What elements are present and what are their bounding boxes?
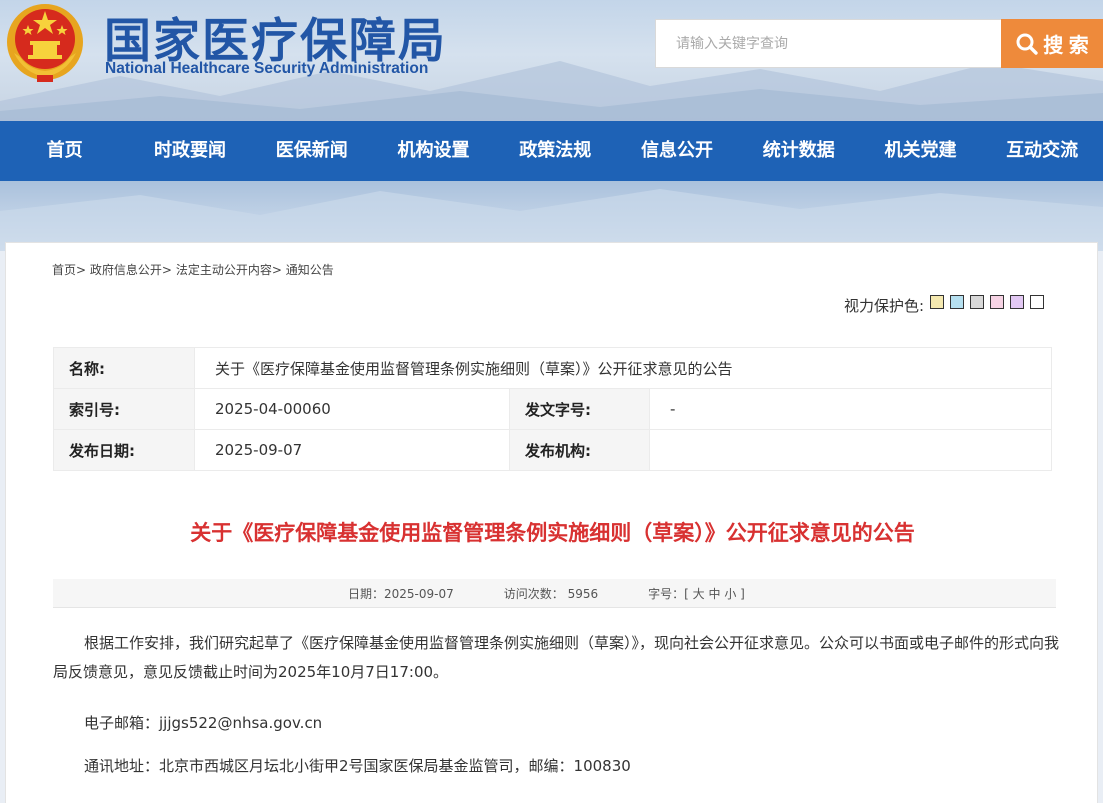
- meta-fontsize: 字号：[ 大 中 小 ]: [648, 585, 745, 602]
- nav-party-building[interactable]: 机关党建: [860, 121, 982, 181]
- eyecare-swatch-purple[interactable]: [1010, 294, 1025, 309]
- search-input[interactable]: [655, 19, 1003, 68]
- info-date-label: 发布日期:: [53, 429, 195, 471]
- site-title-en: National Healthcare Security Administrat…: [105, 60, 429, 77]
- eyecare-label: 视力保护色:: [844, 297, 925, 315]
- search-icon: [1016, 33, 1038, 55]
- nav-current-affairs[interactable]: 时政要闻: [129, 121, 251, 181]
- search-button-label: 搜 索: [1043, 35, 1089, 57]
- article-address: 通讯地址：北京市西城区月坛北小街甲2号国家医保局基金监管司，邮编：100830: [84, 757, 631, 775]
- info-org-label: 发布机构:: [509, 429, 650, 471]
- article-email: 电子邮箱：jjjgs522@nhsa.gov.cn: [84, 714, 323, 732]
- meta-visits: 访问次数： 5956: [503, 586, 599, 601]
- info-docno-value: -: [649, 388, 1052, 430]
- nav-healthcare-news[interactable]: 医保新闻: [251, 121, 373, 181]
- breadcrumb-notices[interactable]: 通知公告: [286, 263, 334, 277]
- info-org-value: [649, 429, 1052, 471]
- article-body: 根据工作安排，我们研究起草了《医疗保障基金使用监督管理条例实施细则（草案）》，现…: [53, 629, 1061, 781]
- eyecare-swatch-blue[interactable]: [950, 294, 965, 309]
- site-header: 国家医疗保障局 National Healthcare Security Adm…: [0, 0, 1103, 121]
- article-card: 首页> 政府信息公开> 法定主动公开内容> 通知公告 视力保护色: 名称: 关于…: [5, 242, 1098, 803]
- info-name-label: 名称:: [53, 347, 195, 389]
- info-docno-label: 发文字号:: [509, 388, 650, 430]
- nav-info-disclosure[interactable]: 信息公开: [616, 121, 738, 181]
- nav-interaction[interactable]: 互动交流: [981, 121, 1103, 181]
- eyecare-swatch-white[interactable]: [1030, 294, 1045, 309]
- article-paragraph: 根据工作安排，我们研究起草了《医疗保障基金使用监督管理条例实施细则（草案）》，现…: [53, 634, 1060, 681]
- meta-date: 日期：2025-09-07: [348, 586, 454, 601]
- national-emblem-icon: [7, 4, 83, 82]
- info-index-value: 2025-04-00060: [194, 388, 510, 430]
- fontsize-medium[interactable]: 中: [708, 587, 720, 601]
- info-row-date: 发布日期: 2025-09-07 发布机构:: [53, 429, 1052, 471]
- info-date-value: 2025-09-07: [194, 429, 510, 471]
- breadcrumb-sep: >: [271, 263, 282, 277]
- eyecare-swatch-yellow[interactable]: [930, 294, 945, 309]
- breadcrumb-sep: >: [161, 263, 172, 277]
- breadcrumb-home[interactable]: 首页: [52, 263, 76, 277]
- fontsize-close: ]: [740, 586, 745, 601]
- main-nav: 首页 时政要闻 医保新闻 机构设置 政策法规 信息公开 统计数据 机关党建 互动…: [0, 121, 1103, 181]
- eyecare-swatch-pink[interactable]: [990, 294, 1005, 309]
- article-title: 关于《医疗保障基金使用监督管理条例实施细则（草案）》公开征求意见的公告: [190, 521, 915, 545]
- info-name-value: 关于《医疗保障基金使用监督管理条例实施细则（草案）》公开征求意见的公告: [194, 347, 1052, 389]
- nav-organization[interactable]: 机构设置: [373, 121, 495, 181]
- fontsize-label: 字号：[: [648, 586, 689, 601]
- nav-home[interactable]: 首页: [0, 121, 129, 181]
- breadcrumb: 首页> 政府信息公开> 法定主动公开内容> 通知公告: [52, 261, 334, 278]
- fontsize-large[interactable]: 大: [693, 587, 705, 601]
- info-row-index: 索引号: 2025-04-00060 发文字号: -: [53, 388, 1052, 430]
- fontsize-small[interactable]: 小: [724, 587, 736, 601]
- nav-statistics[interactable]: 统计数据: [738, 121, 860, 181]
- info-index-label: 索引号:: [53, 388, 195, 430]
- breadcrumb-gov-info[interactable]: 政府信息公开: [90, 263, 162, 277]
- banner-backdrop: [0, 181, 1103, 251]
- breadcrumb-statutory[interactable]: 法定主动公开内容: [176, 263, 272, 277]
- eyecare-colors: 视力保护色:: [844, 294, 1045, 316]
- doc-info-table: 名称: 关于《医疗保障基金使用监督管理条例实施细则（草案）》公开征求意见的公告 …: [53, 347, 1052, 471]
- breadcrumb-sep: >: [76, 263, 87, 277]
- article-meta: 日期：2025-09-07 访问次数： 5956 字号：[ 大 中 小 ]: [53, 579, 1056, 608]
- nav-policies[interactable]: 政策法规: [494, 121, 616, 181]
- search-button[interactable]: 搜 索: [1001, 19, 1103, 68]
- info-row-name: 名称: 关于《医疗保障基金使用监督管理条例实施细则（草案）》公开征求意见的公告: [53, 347, 1052, 389]
- eyecare-swatch-gray[interactable]: [970, 294, 985, 309]
